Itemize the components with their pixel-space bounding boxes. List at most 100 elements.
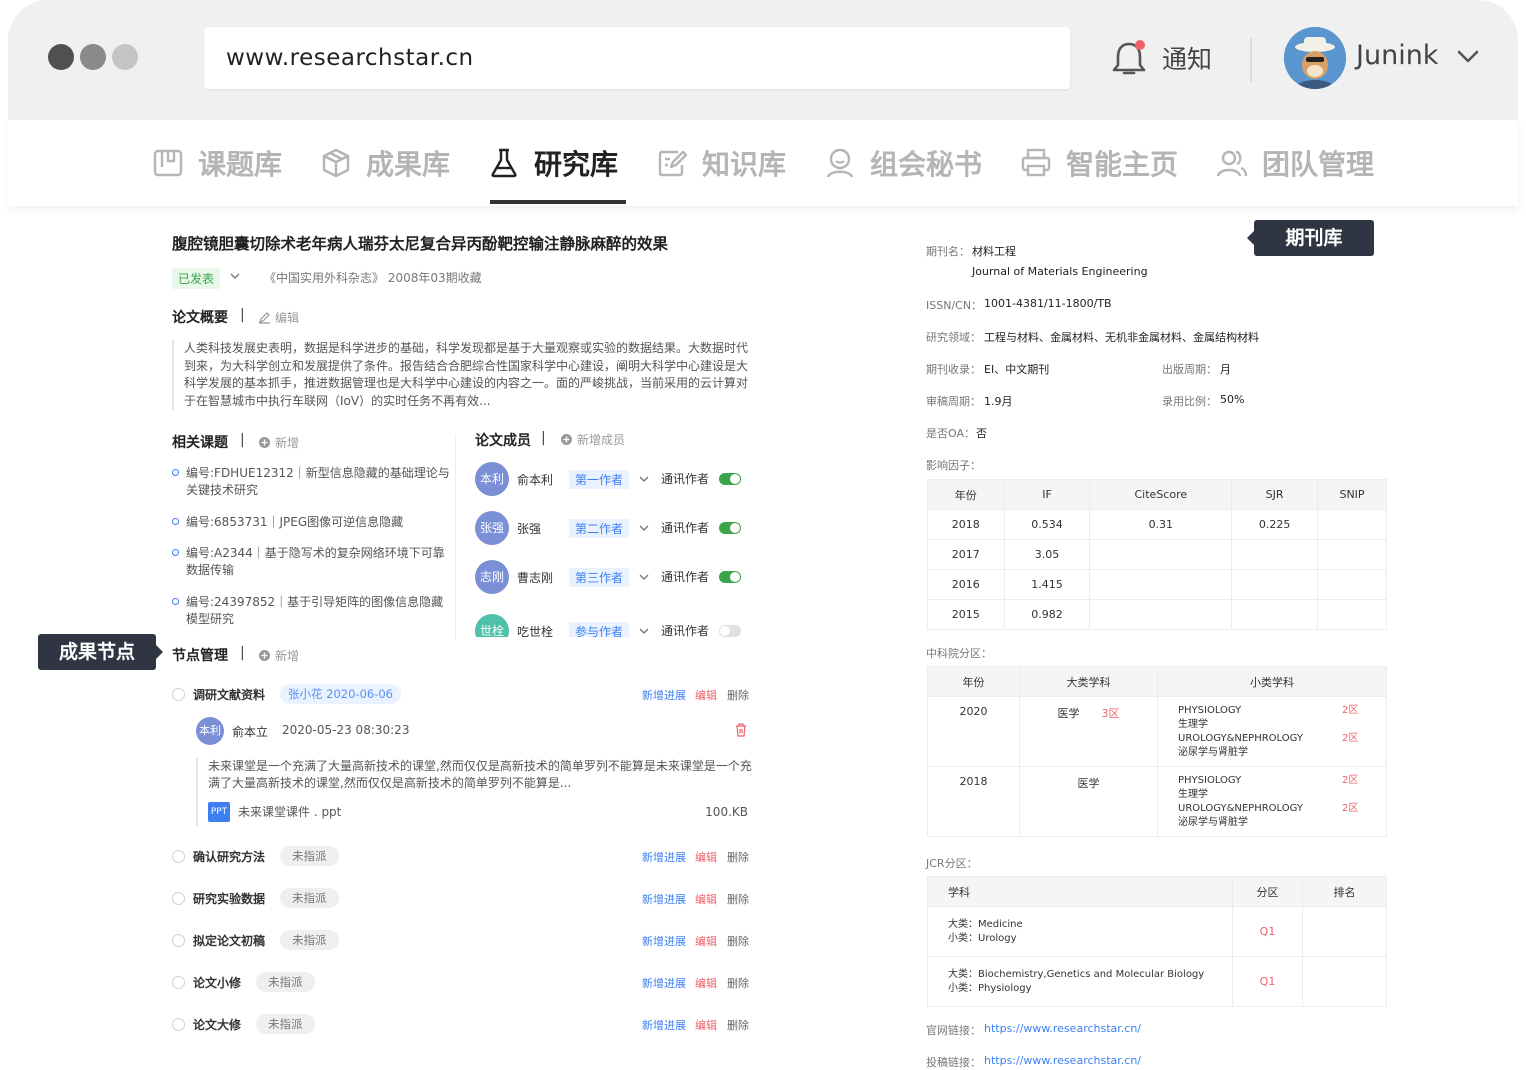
member-role-select[interactable]: 参与作者	[569, 622, 630, 637]
corresponding-toggle[interactable]	[719, 473, 741, 485]
column-divider	[455, 434, 456, 639]
node-assignee-tag[interactable]: 未指派	[280, 888, 339, 908]
delete-node-button[interactable]: 删除	[727, 933, 749, 949]
member-name: 曹志刚	[517, 571, 554, 585]
table-row: 大类：Medicine 小类：Urology Q1	[927, 906, 1387, 957]
add-progress-button[interactable]: 新增进展	[642, 891, 686, 907]
corresponding-label: 通讯作者	[661, 570, 710, 584]
corresponding-toggle[interactable]	[719, 625, 741, 637]
node-radio[interactable]	[172, 850, 185, 863]
chevron-down-icon[interactable]	[639, 573, 649, 581]
bell-icon[interactable]	[1110, 38, 1148, 78]
nodes-title: 节点管理	[172, 648, 228, 664]
delete-node-button[interactable]: 删除	[727, 849, 749, 865]
notify-label[interactable]: 通知	[1162, 40, 1212, 76]
chevron-down-icon[interactable]	[639, 627, 649, 635]
indexed-label: 期刊收录：	[926, 363, 981, 376]
topic-item[interactable]: 编号:6853731｜JPEG图像可逆信息隐藏	[172, 514, 452, 531]
nav-item-team[interactable]: 团队管理	[1216, 120, 1374, 206]
chevron-down-icon[interactable]	[230, 272, 240, 280]
edit-node-button[interactable]: 编辑	[695, 975, 717, 991]
website-link[interactable]: https://www.researchstar.cn/	[984, 1022, 1141, 1035]
add-progress-button[interactable]: 新增进展	[642, 933, 686, 949]
chevron-down-icon[interactable]	[1456, 47, 1480, 67]
nav-item-topics[interactable]: 课题库	[152, 120, 282, 206]
member-role-select[interactable]: 第一作者	[569, 470, 630, 489]
edit-node-button[interactable]: 编辑	[695, 687, 717, 703]
status-badge[interactable]: 已发表	[172, 268, 221, 289]
node-radio[interactable]	[172, 934, 185, 947]
add-node-button[interactable]: 新增	[258, 647, 299, 664]
node-radio[interactable]	[172, 976, 185, 989]
edit-node-button[interactable]: 编辑	[695, 849, 717, 865]
edit-node-button[interactable]: 编辑	[695, 891, 717, 907]
nav-label: 团队管理	[1262, 148, 1375, 181]
chevron-down-icon[interactable]	[639, 524, 649, 532]
chevron-down-icon[interactable]	[639, 475, 649, 483]
add-progress-button[interactable]: 新增进展	[642, 849, 686, 865]
delete-node-button[interactable]: 删除	[727, 891, 749, 907]
node-assignee-tag[interactable]: 未指派	[280, 846, 339, 866]
add-progress-button[interactable]: 新增进展	[642, 975, 686, 991]
member-role-select[interactable]: 第二作者	[569, 519, 630, 538]
nav-label: 研究库	[534, 148, 619, 181]
node-assignee-tag[interactable]: 未指派	[280, 930, 339, 950]
nav-item-knowledge[interactable]: 知识库	[656, 120, 786, 206]
plus-circle-icon	[561, 434, 572, 445]
node-row: 拟定论文初稿 未指派 新增进展 编辑 删除	[172, 930, 752, 952]
table-row: 2018 0.534 0.31 0.225	[927, 509, 1387, 540]
window-close-dot[interactable]	[48, 44, 74, 70]
submit-link[interactable]: https://www.researchstar.cn/	[984, 1054, 1141, 1067]
oa-value: 否	[976, 427, 987, 440]
avatar[interactable]	[1284, 27, 1346, 89]
team-icon	[1216, 150, 1248, 177]
nav-item-results[interactable]: 成果库	[320, 120, 450, 206]
add-progress-button[interactable]: 新增进展	[642, 1017, 686, 1033]
edit-summary-button[interactable]: 编辑	[258, 309, 299, 326]
accept-value: 50%	[1220, 393, 1245, 406]
bullet-icon	[172, 469, 179, 476]
table-header: CiteScore	[1089, 479, 1233, 510]
delete-node-button[interactable]: 删除	[727, 1017, 749, 1033]
node-radio[interactable]	[172, 1018, 185, 1031]
trash-icon[interactable]	[735, 723, 747, 737]
nav-item-meeting[interactable]: 组会秘书	[824, 120, 982, 206]
node-row: 调研文献资料 张小花 2020-06-06 新增进展 编辑 删除	[172, 684, 752, 706]
edit-node-button[interactable]: 编辑	[695, 933, 717, 949]
username[interactable]: Junink	[1356, 40, 1438, 71]
add-progress-button[interactable]: 新增进展	[642, 687, 686, 703]
nav-item-homepage[interactable]: 智能主页	[1020, 120, 1178, 206]
bullet-icon	[172, 549, 179, 556]
nav-item-research[interactable]: 研究库	[488, 120, 618, 206]
table-header: SJR	[1231, 479, 1319, 510]
address-bar[interactable]: www.researchstar.cn	[204, 27, 1070, 89]
journal-name-en: Journal of Materials Engineering	[972, 265, 1148, 278]
review-value: 1.9月	[984, 395, 1013, 408]
window-maximize-dot[interactable]	[112, 44, 138, 70]
delete-node-button[interactable]: 删除	[727, 687, 749, 703]
section-divider: |	[240, 432, 245, 448]
corresponding-toggle[interactable]	[719, 571, 741, 583]
indexed-value: EI、中文期刊	[984, 363, 1050, 376]
edit-node-button[interactable]: 编辑	[695, 1017, 717, 1033]
table-header: 年份	[927, 666, 1020, 697]
node-assignee-tag[interactable]: 未指派	[256, 1014, 315, 1034]
node-assignee-tag[interactable]: 张小花 2020-06-06	[280, 684, 401, 704]
oa-label: 是否OA：	[926, 427, 975, 440]
delete-node-button[interactable]: 删除	[727, 975, 749, 991]
corresponding-toggle[interactable]	[719, 522, 741, 534]
add-topic-button[interactable]: 新增	[258, 434, 299, 451]
topic-item[interactable]: 编号:A2344｜基于隐写术的复杂网络环境下可靠数据传输	[172, 545, 452, 579]
window-minimize-dot[interactable]	[80, 44, 106, 70]
add-member-button[interactable]: 新增成员	[560, 431, 625, 448]
node-assignee-tag[interactable]: 未指派	[256, 972, 315, 992]
node-radio[interactable]	[172, 892, 185, 905]
node-name: 调研文献资料	[193, 688, 266, 702]
member-avatar: 世栓	[475, 614, 509, 637]
topic-item[interactable]: 编号:FDHUE12312｜新型信息隐藏的基础理论与关键技术研究	[172, 465, 452, 499]
member-role-select[interactable]: 第三作者	[569, 568, 630, 587]
node-name: 确认研究方法	[193, 850, 266, 864]
node-radio[interactable]	[172, 688, 185, 701]
attachment-name[interactable]: 未来课堂课件 . ppt	[238, 804, 341, 821]
topic-item[interactable]: 编号:24397852｜基于引导矩阵的图像信息隐藏模型研究	[172, 594, 452, 628]
